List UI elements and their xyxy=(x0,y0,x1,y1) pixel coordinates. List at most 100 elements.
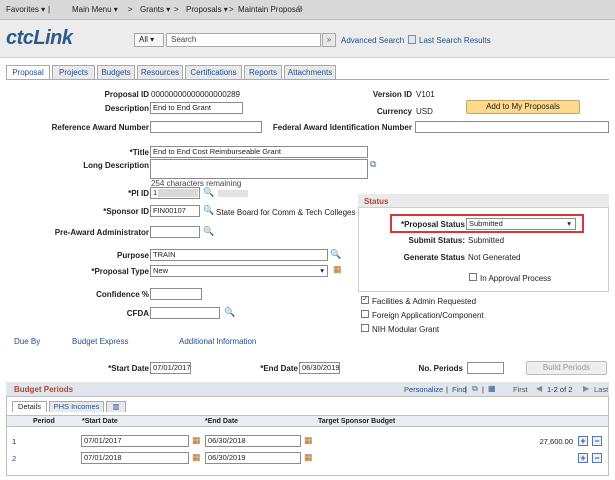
status-header-title: Status xyxy=(364,197,389,206)
in-approval-checkbox[interactable] xyxy=(469,273,477,281)
due-by-link[interactable]: Due By xyxy=(14,337,40,346)
add-to-my-proposals-button[interactable]: Add to My Proposals xyxy=(466,100,580,114)
pre-award-admin-input[interactable] xyxy=(150,226,200,238)
number-periods-input[interactable] xyxy=(467,362,504,374)
row-start-date-input[interactable]: 07/01/2018 xyxy=(81,452,189,464)
view-all-icon[interactable]: ⧉ xyxy=(472,384,478,394)
nav-current-page[interactable]: Maintain Proposal xyxy=(238,5,302,14)
ctclink-logo: ctcLink xyxy=(6,27,73,50)
budget-periods-title: Budget Periods xyxy=(14,385,74,394)
row-end-date-input[interactable]: 06/30/2019 xyxy=(205,452,301,464)
breadcrumb-separator: > xyxy=(229,5,234,14)
currency-value: USD xyxy=(416,107,433,116)
add-row-plus-icon[interactable]: + xyxy=(578,436,588,446)
expand-textarea-icon[interactable]: ⧉ xyxy=(370,160,376,169)
proposal-type-detail-icon[interactable]: ▦ xyxy=(333,265,342,274)
proposal-id-value: 00000000000000000289 xyxy=(151,90,240,99)
tab-proposal[interactable]: Proposal xyxy=(6,65,50,80)
sponsor-id-input[interactable]: FIN00107 xyxy=(150,205,200,217)
build-periods-button[interactable]: Build Periods xyxy=(526,361,607,375)
delete-row-minus-icon[interactable]: − xyxy=(592,436,602,446)
pre-award-admin-label: Pre-Award Administrator xyxy=(54,228,149,237)
reference-award-input[interactable] xyxy=(150,121,262,133)
confidence-input[interactable] xyxy=(150,288,202,300)
col-start-date: *Start Date xyxy=(82,418,118,425)
chevron-down-icon: ▾ xyxy=(567,219,571,228)
next-arrow-icon[interactable]: ▶ xyxy=(583,384,589,393)
proposal-type-select[interactable]: New ▾ xyxy=(150,265,328,277)
first-page-label[interactable]: First xyxy=(513,385,528,394)
proposal-type-label: *Proposal Type xyxy=(91,267,149,276)
foreign-app-checkbox[interactable] xyxy=(361,310,369,318)
row-start-date-input[interactable]: 07/01/2017 xyxy=(81,435,189,447)
federal-award-input[interactable] xyxy=(415,121,609,133)
generate-status-label: Generate Status xyxy=(403,253,465,262)
personalize-link[interactable]: Personalize xyxy=(404,385,443,394)
grid-tab-phs-incomes[interactable]: PHS Incomes xyxy=(49,401,104,412)
start-date-input[interactable]: 07/01/2017 xyxy=(150,362,191,374)
status-panel-header: Status xyxy=(358,194,609,208)
row-end-date-input[interactable]: 06/30/2018 xyxy=(205,435,301,447)
cfda-input[interactable] xyxy=(150,307,220,319)
nav-favorites[interactable]: Favorites ▾ xyxy=(6,5,45,14)
last-search-icon xyxy=(408,35,416,44)
cfda-label: CFDA xyxy=(126,309,149,318)
additional-information-link[interactable]: Additional Information xyxy=(179,337,256,346)
currency-label: Currency xyxy=(376,107,412,116)
calendar-icon[interactable]: ▦ xyxy=(304,453,313,462)
description-input[interactable]: End to End Grant xyxy=(150,102,243,114)
grid-column-header: Period *Start Date *End Date Target Spon… xyxy=(7,415,608,427)
tab-projects[interactable]: Projects xyxy=(52,65,95,79)
previous-arrow-icon[interactable]: ◀ xyxy=(536,384,542,393)
long-description-label: Long Description xyxy=(83,161,149,170)
grid-tab-details[interactable]: Details xyxy=(12,401,47,412)
calendar-icon[interactable]: ▦ xyxy=(192,436,201,445)
sponsor-lookup-search-icon[interactable]: 🔍 xyxy=(203,206,214,215)
search-go-icon[interactable]: » xyxy=(322,33,336,47)
tab-attachments[interactable]: Attachments xyxy=(284,65,336,79)
end-date-input[interactable]: 06/30/2019 xyxy=(299,362,340,374)
proposal-type-value: New xyxy=(153,266,169,275)
search-scope-select[interactable]: All ▾ xyxy=(134,33,164,47)
pre-award-lookup-search-icon[interactable]: 🔍 xyxy=(203,227,214,236)
nav-proposals[interactable]: Proposals ▾ xyxy=(186,5,228,14)
calendar-icon[interactable]: ▦ xyxy=(304,436,313,445)
tab-divider xyxy=(6,79,609,80)
number-periods-label: No. Periods xyxy=(418,364,463,373)
add-row-plus-icon[interactable]: + xyxy=(578,453,588,463)
redacted-pi-name xyxy=(218,190,248,197)
tab-certifications[interactable]: Certifications xyxy=(185,65,242,79)
purpose-lookup-search-icon[interactable]: 🔍 xyxy=(330,250,341,259)
in-approval-label: In Approval Process xyxy=(480,274,552,283)
cfda-lookup-search-icon[interactable]: 🔍 xyxy=(224,308,235,317)
purpose-input[interactable]: TRAIN xyxy=(150,249,328,261)
nih-modular-checkbox[interactable] xyxy=(361,324,369,332)
advanced-search-link[interactable]: Advanced Search xyxy=(341,36,404,45)
version-id-label: Version ID xyxy=(372,90,412,99)
tab-reports[interactable]: Reports xyxy=(244,65,282,79)
proposal-status-select[interactable]: Submitted ▾ xyxy=(466,218,576,230)
pi-lookup-search-icon[interactable]: 🔍 xyxy=(203,188,214,197)
last-search-results-link[interactable]: Last Search Results xyxy=(419,36,491,45)
edit-pencil-icon[interactable]: ✎ xyxy=(297,4,304,13)
calendar-icon[interactable]: ▦ xyxy=(192,453,201,462)
delete-row-minus-icon[interactable]: − xyxy=(592,453,602,463)
title-label: *Title xyxy=(129,148,149,157)
show-all-columns-icon[interactable]: ▥ xyxy=(106,401,126,412)
budget-express-link[interactable]: Budget Express xyxy=(72,337,128,346)
long-description-textarea[interactable] xyxy=(150,159,368,179)
tab-resources[interactable]: Resources xyxy=(137,65,183,79)
nav-grants[interactable]: Grants ▾ xyxy=(140,5,170,14)
download-grid-icon[interactable]: ▦ xyxy=(488,384,496,393)
search-input[interactable]: Search xyxy=(166,33,321,47)
redacted-pi-id xyxy=(158,189,198,197)
last-page-label[interactable]: Last xyxy=(594,385,608,394)
title-input[interactable]: End to End Cost Reimburseable Grant xyxy=(150,146,368,158)
tab-budgets[interactable]: Budgets xyxy=(97,65,135,79)
submit-status-value: Submitted xyxy=(468,236,505,245)
header-separator: | xyxy=(482,385,484,394)
nav-main-menu[interactable]: Main Menu ▾ xyxy=(72,5,118,14)
fa-requested-checkbox[interactable]: ✓ xyxy=(361,296,369,304)
generate-status-value: Not Generated xyxy=(468,253,521,262)
pi-id-label: *PI ID xyxy=(128,189,149,198)
